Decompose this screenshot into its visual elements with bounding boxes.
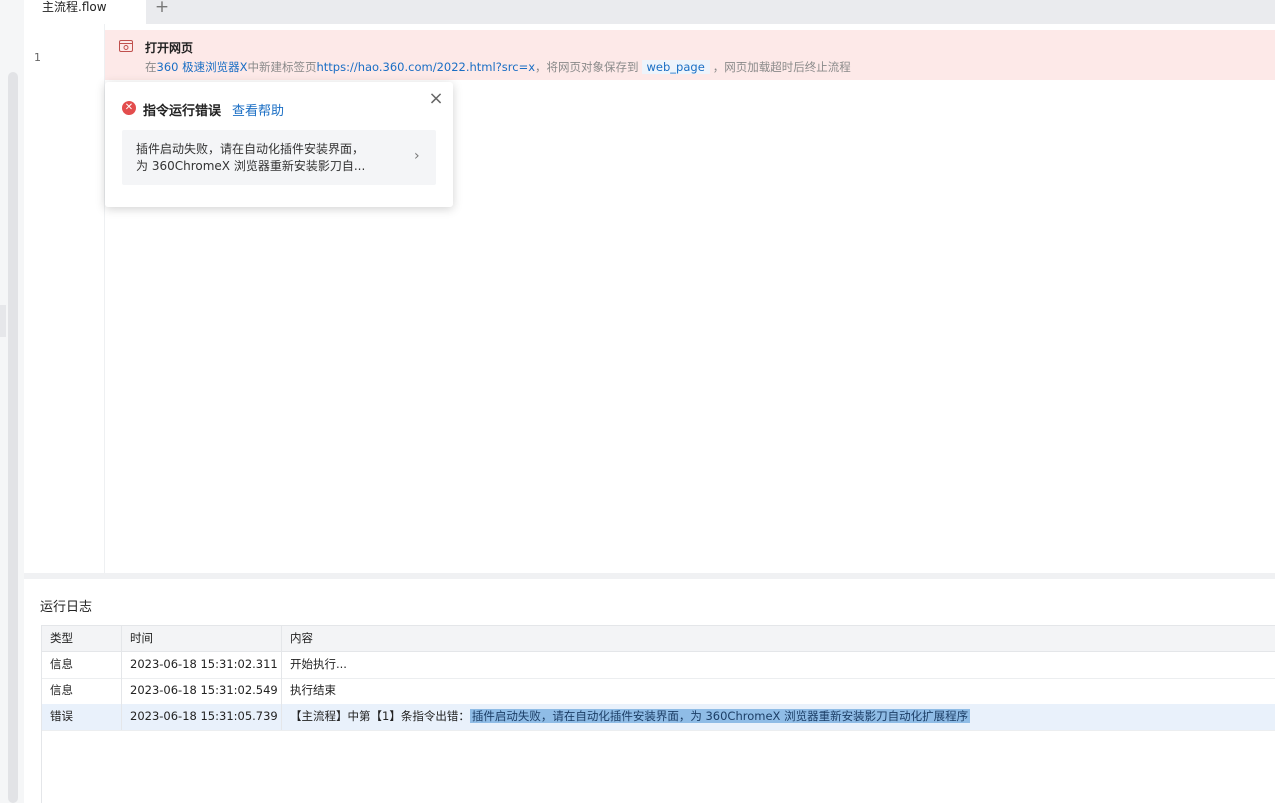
log-time: 2023-06-18 15:31:02.311 [122, 652, 282, 678]
error-message-line: 插件启动失败，请在自动化插件安装界面， [136, 142, 365, 156]
left-panel-marker [0, 305, 6, 337]
line-number: 1 [34, 51, 41, 64]
col-content[interactable]: 内容 [282, 626, 1275, 651]
log-type: 信息 [42, 652, 122, 678]
col-time[interactable]: 时间 [122, 626, 282, 651]
log-content: 开始执行... [290, 657, 347, 671]
tab-bar: 主流程.flow + [24, 0, 1275, 24]
close-icon[interactable]: × [427, 90, 445, 108]
log-table: 类型 时间 内容 信息 2023-06-18 15:31:02.311 开始执行… [41, 625, 1275, 803]
desc-text: ，网页加载超时后终止流程 [712, 60, 851, 74]
browser-window-icon [119, 40, 133, 52]
log-time: 2023-06-18 15:31:02.549 [122, 678, 282, 704]
popup-title: 指令运行错误 [143, 104, 222, 119]
log-row[interactable]: 信息 2023-06-18 15:31:02.311 开始执行... [42, 652, 1275, 679]
col-type[interactable]: 类型 [42, 626, 122, 651]
variable-web-page: web_page [641, 60, 710, 74]
error-message: 插件启动失败，请在自动化插件安装界面， 为 360ChromeX 浏览器重新安装… [136, 141, 406, 175]
log-row-error[interactable]: 错误 2023-06-18 15:31:05.739 【主流程】中第【1】条指令… [42, 704, 1275, 731]
log-time: 2023-06-18 15:31:05.739 [122, 704, 282, 730]
error-circle-icon: ✕ [122, 101, 136, 115]
step-description: 在360 极速浏览器X中新建标签页https://hao.360.com/202… [145, 59, 851, 75]
help-link[interactable]: 查看帮助 [232, 100, 284, 119]
browser-name: 360 极速浏览器X [156, 60, 248, 74]
plus-icon[interactable]: + [152, 0, 172, 18]
log-row[interactable]: 信息 2023-06-18 15:31:02.549 执行结束 [42, 678, 1275, 705]
log-title: 运行日志 [40, 600, 93, 615]
tab-main-flow[interactable]: 主流程.flow [24, 0, 146, 24]
error-popup: ✕ 指令运行错误 查看帮助 × 插件启动失败，请在自动化插件安装界面， 为 36… [105, 82, 453, 207]
log-header-row: 类型 时间 内容 [42, 626, 1275, 652]
desc-text: 中新建标签页 [247, 60, 317, 74]
left-panel-edge [0, 0, 24, 803]
run-log-panel: 运行日志 类型 时间 内容 信息 2023-06-18 15:31:02.311… [24, 579, 1275, 803]
selected-error-text[interactable]: 插件启动失败，请在自动化插件安装界面，为 360ChromeX 浏览器重新安装影… [469, 709, 971, 723]
tab-label: 主流程.flow [42, 0, 107, 14]
step-open-webpage[interactable]: 打开网页 在360 极速浏览器X中新建标签页https://hao.360.co… [105, 30, 1275, 80]
log-type: 信息 [42, 678, 122, 704]
desc-text: 在 [145, 60, 157, 74]
log-content: 【主流程】中第【1】条指令出错： 插件启动失败，请在自动化插件安装界面，为 360… [282, 704, 1275, 730]
left-scrollbar[interactable] [8, 72, 18, 803]
step-title: 打开网页 [145, 41, 194, 55]
error-message-line: 为 360ChromeX 浏览器重新安装影刀自... [136, 159, 366, 173]
log-content: 执行结束 [290, 683, 336, 697]
log-content-text: 【主流程】中第【1】条指令出错： [290, 709, 470, 723]
error-message-box[interactable]: 插件启动失败，请在自动化插件安装界面， 为 360ChromeX 浏览器重新安装… [122, 130, 436, 185]
desc-text: ，将网页对象保存到 [535, 60, 639, 74]
url-text: https://hao.360.com/2022.html?src=x [316, 60, 536, 74]
log-type: 错误 [42, 704, 122, 730]
chevron-right-icon: › [414, 148, 420, 164]
